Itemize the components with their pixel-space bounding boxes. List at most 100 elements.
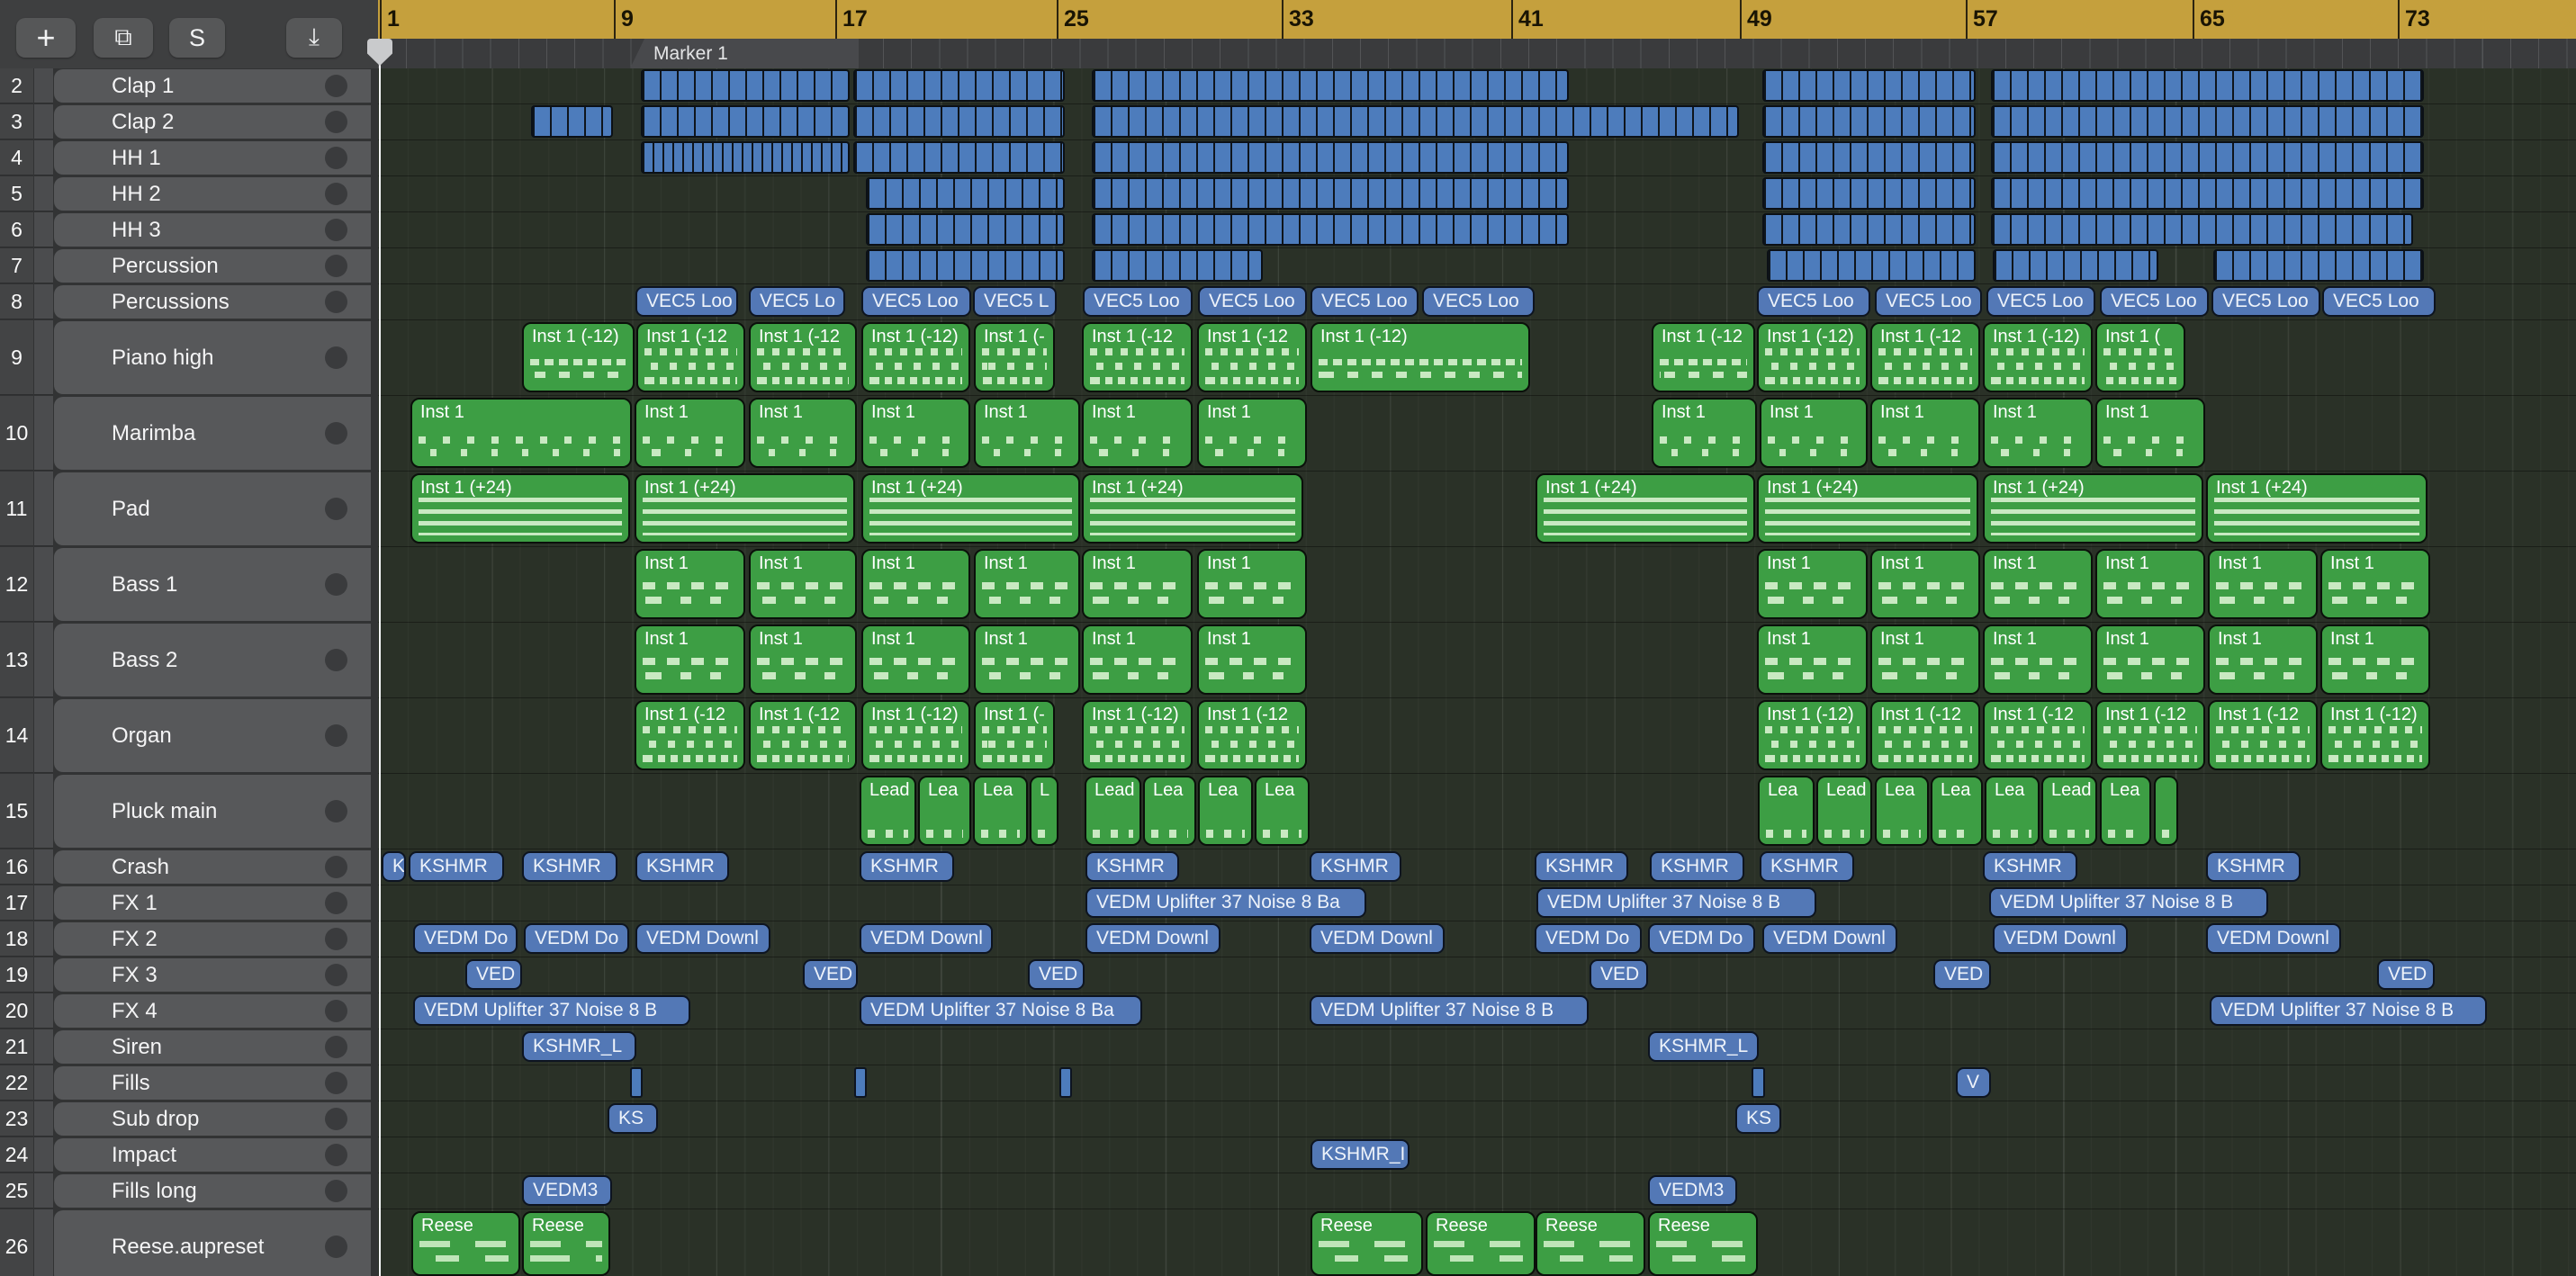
clip-region-label[interactable]: VEDM3 bbox=[522, 1175, 612, 1206]
clip-region-label[interactable]: VEDM Do bbox=[1648, 923, 1755, 954]
track-header[interactable]: 8 Percussions bbox=[0, 284, 378, 320]
clip-region-label[interactable]: VEDM Uplifter 37 Noise 8 B bbox=[1989, 887, 2268, 918]
track-lane[interactable] bbox=[378, 248, 2576, 284]
midi-region[interactable]: Inst 1 bbox=[2095, 625, 2205, 695]
midi-region[interactable]: Inst 1 (-12 bbox=[1197, 700, 1307, 770]
track-lane[interactable]: VEDM Do VEDM Do VEDM Downl VEDM Downl VEDM D… bbox=[378, 921, 2576, 957]
midi-region[interactable]: Inst 1 bbox=[1983, 625, 2093, 695]
track-header-card[interactable]: Percussion bbox=[54, 249, 371, 283]
clip-region-label[interactable]: K bbox=[382, 851, 406, 882]
clip-region-label[interactable]: KS bbox=[1735, 1103, 1781, 1134]
track-onoff-dot[interactable] bbox=[325, 724, 347, 747]
track-lane[interactable]: VEDM Uplifter 37 Noise 8 B VEDM Uplifter … bbox=[378, 993, 2576, 1029]
track-header[interactable]: 19 FX 3 bbox=[0, 957, 378, 993]
midi-region[interactable]: Reese bbox=[522, 1211, 610, 1276]
solo-button[interactable]: S bbox=[169, 18, 225, 58]
track-onoff-dot[interactable] bbox=[325, 928, 347, 950]
clip-region-label[interactable]: VEC5 Loo bbox=[2211, 286, 2320, 317]
midi-region[interactable]: Inst 1 (-12) bbox=[2320, 700, 2430, 770]
small-clip-region[interactable] bbox=[630, 1067, 643, 1098]
midi-region[interactable]: Inst 1 bbox=[1757, 549, 1868, 619]
midi-region[interactable]: Inst 1 bbox=[635, 625, 745, 695]
clip-region-label[interactable]: VEDM Downl bbox=[1993, 923, 2128, 954]
clip-region-label[interactable]: VEDM Uplifter 37 Noise 8 B bbox=[1310, 995, 1589, 1026]
track-lane[interactable]: Inst 1 Inst 1 Inst 1 Inst 1 Inst 1 Inst 1 Inst… bbox=[378, 547, 2576, 623]
track-header[interactable]: 17 FX 1 bbox=[0, 885, 378, 921]
track-header[interactable]: 14 Organ bbox=[0, 698, 378, 774]
audio-loop-region[interactable] bbox=[853, 141, 1065, 174]
clip-region-label[interactable]: KSHMR bbox=[1085, 851, 1179, 882]
clip-region-label[interactable]: VEDM Uplifter 37 Noise 8 Ba bbox=[1085, 887, 1366, 918]
midi-region[interactable]: Inst 1 (+24) bbox=[1536, 473, 1755, 544]
midi-region[interactable]: Inst 1 bbox=[1983, 398, 2093, 468]
midi-region[interactable]: Inst 1 bbox=[1197, 549, 1307, 619]
midi-region[interactable] bbox=[2154, 776, 2178, 846]
track-header[interactable]: 9 Piano high bbox=[0, 320, 378, 396]
track-header-card[interactable]: Pluck main bbox=[54, 775, 371, 848]
midi-region[interactable]: Lea bbox=[2100, 776, 2151, 846]
midi-region[interactable]: Lea bbox=[1143, 776, 1196, 846]
track-header-card[interactable]: Siren bbox=[54, 1030, 371, 1064]
midi-region[interactable]: Inst 1 bbox=[410, 398, 632, 468]
clip-region-label[interactable]: VEDM Do bbox=[1535, 923, 1642, 954]
add-track-button[interactable]: + bbox=[16, 18, 76, 58]
track-header[interactable]: 3 Clap 2 bbox=[0, 104, 378, 140]
track-header-card[interactable]: Fills long bbox=[54, 1174, 371, 1208]
midi-region[interactable]: Inst 1 (-12) bbox=[1757, 700, 1868, 770]
clip-region-label[interactable]: VEC5 Loo bbox=[1198, 286, 1307, 317]
track-onoff-dot[interactable] bbox=[325, 1108, 347, 1130]
clip-region-label[interactable]: KSHMR bbox=[1760, 851, 1854, 882]
track-lane[interactable]: Inst 1 (-12) Inst 1 (-12 Inst 1 (-12 Inst 1… bbox=[378, 320, 2576, 396]
midi-region[interactable]: Inst 1 bbox=[1870, 625, 1980, 695]
midi-region[interactable]: Lea bbox=[1931, 776, 1983, 846]
track-header[interactable]: 12 Bass 1 bbox=[0, 547, 378, 623]
midi-region[interactable]: Lead bbox=[1816, 776, 1872, 846]
track-onoff-dot[interactable] bbox=[325, 1180, 347, 1202]
track-header-card[interactable]: Organ bbox=[54, 699, 371, 772]
track-onoff-dot[interactable] bbox=[325, 346, 347, 369]
midi-region[interactable]: Inst 1 bbox=[635, 398, 745, 468]
small-clip-region[interactable] bbox=[1059, 1067, 1072, 1098]
clip-region-label[interactable]: VEDM Downl bbox=[2206, 923, 2341, 954]
midi-region[interactable]: Inst 1 bbox=[974, 398, 1080, 468]
track-onoff-dot[interactable] bbox=[325, 183, 347, 205]
clip-region-label[interactable]: VEC5 Loo bbox=[2322, 286, 2436, 317]
track-lane[interactable] bbox=[378, 212, 2576, 248]
track-header[interactable]: 11 Pad bbox=[0, 472, 378, 547]
midi-region[interactable]: Inst 1 bbox=[1082, 398, 1193, 468]
midi-region[interactable]: Inst 1 (-12) bbox=[861, 700, 970, 770]
midi-region[interactable]: Inst 1 (-12 bbox=[636, 322, 745, 392]
clip-region-label[interactable]: VED bbox=[465, 959, 522, 990]
midi-region[interactable]: Lea bbox=[918, 776, 971, 846]
audio-loop-region[interactable] bbox=[641, 105, 850, 138]
midi-region[interactable]: Lead bbox=[2041, 776, 2097, 846]
midi-region[interactable]: Inst 1 bbox=[1983, 549, 2093, 619]
midi-region[interactable]: Inst 1 (+24) bbox=[1082, 473, 1303, 544]
midi-region[interactable]: Inst 1 bbox=[749, 625, 857, 695]
clip-region-label[interactable]: KSHMR bbox=[1650, 851, 1744, 882]
clip-region-label[interactable]: VED bbox=[803, 959, 858, 990]
midi-region[interactable]: Inst 1 bbox=[1197, 398, 1307, 468]
track-onoff-dot[interactable] bbox=[325, 498, 347, 520]
track-lane[interactable]: VED VED VED VED VED VED bbox=[378, 957, 2576, 993]
audio-loop-region[interactable] bbox=[1762, 69, 1976, 102]
clip-region-label[interactable]: KSHMR bbox=[1310, 851, 1401, 882]
track-lane[interactable]: Inst 1 Inst 1 Inst 1 Inst 1 Inst 1 Inst 1 Inst… bbox=[378, 623, 2576, 698]
track-lane[interactable]: Reese Reese Reese Reese Reese Reese bbox=[378, 1209, 2576, 1276]
midi-region[interactable]: Inst 1 (-12 bbox=[1652, 322, 1755, 392]
midi-region[interactable]: Inst 1 bbox=[2095, 549, 2205, 619]
midi-region[interactable]: Inst 1 (-12 bbox=[1870, 700, 1980, 770]
clip-region-label[interactable]: VEC5 Loo bbox=[635, 286, 738, 317]
clip-region-label[interactable]: VEC5 Loo bbox=[1875, 286, 1982, 317]
clip-region-label[interactable]: VEDM Do bbox=[524, 923, 629, 954]
track-onoff-dot[interactable] bbox=[325, 1236, 347, 1258]
audio-loop-region[interactable] bbox=[1991, 213, 2413, 246]
midi-region[interactable]: Inst 1 (-12) bbox=[1983, 322, 2093, 392]
midi-region[interactable]: Inst 1 bbox=[861, 549, 970, 619]
midi-region[interactable]: Inst 1 bbox=[2208, 625, 2318, 695]
track-header[interactable]: 22 Fills bbox=[0, 1065, 378, 1101]
midi-region[interactable]: Inst 1 (-12 bbox=[2095, 700, 2205, 770]
track-header[interactable]: 25 Fills long bbox=[0, 1173, 378, 1209]
clip-region-label[interactable]: VEDM Do bbox=[413, 923, 518, 954]
track-header-card[interactable]: HH 1 bbox=[54, 141, 371, 175]
